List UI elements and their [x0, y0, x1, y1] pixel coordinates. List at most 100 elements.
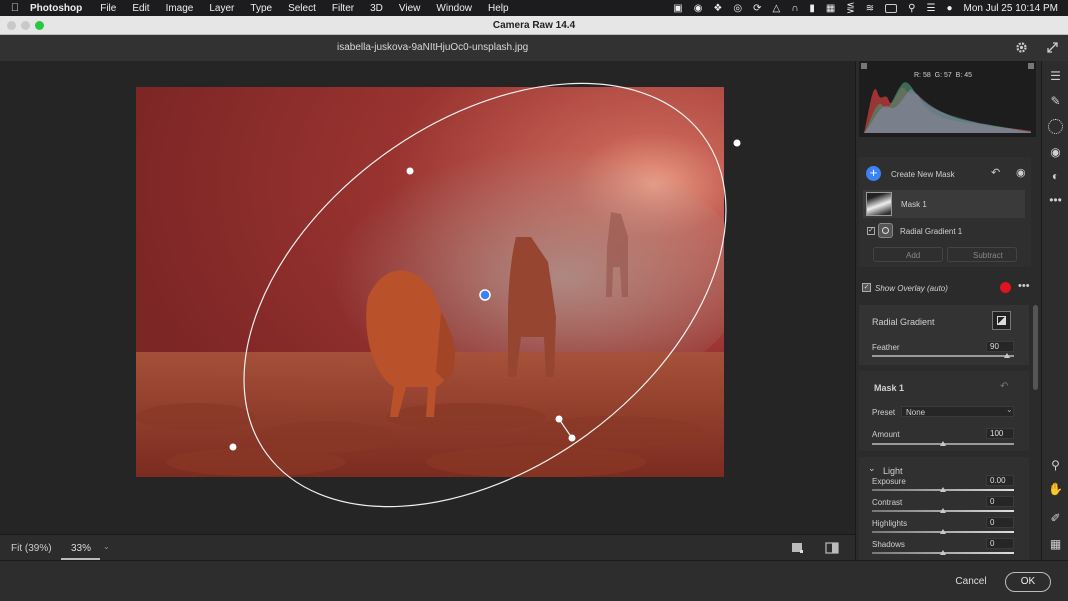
menu-window[interactable]: Window [436, 3, 472, 14]
light-slider-thumb[interactable] [940, 508, 946, 513]
light-slider-thumb[interactable] [940, 529, 946, 534]
menu-edit[interactable]: Edit [132, 3, 149, 14]
preset-dropdown[interactable]: None ⌄ [901, 405, 1014, 417]
zoom-tool-icon[interactable]: ⚲ [1048, 458, 1063, 473]
zoom-chevron-down-icon[interactable]: ⌄ [103, 542, 110, 551]
menu-filter[interactable]: Filter [332, 3, 354, 14]
clock[interactable]: Mon Jul 25 10:14 PM [964, 3, 1059, 14]
fullscreen-icon[interactable] [1046, 41, 1059, 54]
amount-value[interactable]: 100 [986, 428, 1014, 439]
panel-scrollbar[interactable] [1033, 305, 1038, 390]
light-slider-value[interactable]: 0 [986, 517, 1014, 528]
search-icon[interactable]: ⚲ [908, 3, 915, 14]
feather-slider-thumb[interactable] [1003, 353, 1010, 358]
menu-layer[interactable]: Layer [209, 3, 234, 14]
before-after-view-icon[interactable] [825, 542, 839, 554]
add-button-label: Add [906, 251, 921, 260]
sync-icon[interactable]: ⟳ [753, 3, 761, 14]
siri-icon[interactable]: ● [946, 3, 952, 14]
radial-gradient-1-name[interactable]: Radial Gradient 1 [900, 227, 962, 236]
healing-brush-icon[interactable]: ✎ [1048, 94, 1063, 109]
light-slider-thumb[interactable] [940, 487, 946, 492]
menu-app-name[interactable]: Photoshop [30, 3, 82, 14]
menu-help[interactable]: Help [488, 3, 509, 14]
menu-view[interactable]: View [399, 3, 421, 14]
ellipse-handle-bottom[interactable] [555, 415, 563, 423]
menu-image[interactable]: Image [166, 3, 194, 14]
document-header: isabella-juskova-9aNItHjuOc0-unsplash.jp… [0, 35, 1068, 61]
creative-cloud-icon[interactable]: ◉ [694, 3, 703, 14]
control-center-icon[interactable]: ☰ [926, 3, 935, 14]
amount-slider-thumb[interactable] [940, 441, 946, 446]
color-sampler-icon[interactable]: ✐ [1048, 511, 1063, 526]
histogram[interactable]: R: 58 G: 57 B: 45 [859, 61, 1036, 137]
bookmark-icon[interactable]: ▮ [809, 3, 815, 14]
feather-slider-track[interactable] [872, 355, 1014, 357]
masking-icon[interactable] [1048, 119, 1063, 134]
tool-strip: ☰ ✎ ◉ ◐ ••• ⚲ ✋ ✐ ▦ [1041, 61, 1068, 560]
menu-3d[interactable]: 3D [370, 3, 383, 14]
more-tools-icon[interactable]: ••• [1048, 193, 1063, 208]
edit-sliders-icon[interactable]: ☰ [1048, 69, 1063, 84]
gear-icon[interactable] [1015, 41, 1028, 54]
image-canvas[interactable] [0, 61, 855, 534]
arc-icon[interactable]: ∩ [791, 3, 798, 14]
create-new-mask-label[interactable]: Create New Mask [891, 170, 955, 179]
red-eye-icon[interactable]: ◉ [1048, 145, 1063, 160]
overlay-more-options-icon[interactable]: ••• [1018, 280, 1030, 292]
light-slider-value[interactable]: 0 [986, 538, 1014, 549]
zoom-value[interactable]: 33% [71, 543, 91, 554]
mask-reset-icon[interactable]: ↶ [991, 166, 1000, 179]
show-overlay-label: Show Overlay (auto) [875, 284, 948, 293]
light-slider-value[interactable]: 0 [986, 496, 1014, 507]
light-collapse-chevron-icon[interactable]: ⌄ [868, 463, 876, 474]
rotate-handle[interactable] [568, 434, 576, 442]
menu-select[interactable]: Select [288, 3, 316, 14]
ellipse-handle-left[interactable] [229, 443, 237, 451]
feather-value[interactable]: 90 [986, 341, 1014, 352]
menu-type[interactable]: Type [250, 3, 272, 14]
light-slider-thumb[interactable] [940, 550, 946, 555]
hand-tool-icon[interactable]: ✋ [1048, 482, 1063, 497]
light-slider-value[interactable]: 0.00 [986, 475, 1014, 486]
show-overlay-checkbox[interactable]: ✓ [862, 283, 871, 292]
screen-record-icon[interactable]: ▣ [673, 3, 682, 14]
radial-gradient-overlay[interactable] [0, 61, 855, 534]
gradient-center-pin[interactable] [479, 289, 491, 301]
mask-visibility-eye-icon[interactable]: ◉ [1016, 166, 1026, 179]
grid-overlay-icon[interactable]: ▦ [1048, 537, 1063, 552]
light-title[interactable]: Light [883, 466, 903, 476]
apple-icon[interactable]:  [0, 2, 30, 14]
mask-1-row[interactable]: Mask 1 [863, 190, 1025, 218]
component-checkbox[interactable]: ✓ [867, 227, 875, 235]
mask-section-reset-icon[interactable]: ↶ [1000, 381, 1008, 392]
fit-zoom-option[interactable]: Fit (39%) [11, 543, 52, 554]
cancel-button[interactable]: Cancel [945, 573, 997, 591]
ellipse-handle-top[interactable] [406, 167, 414, 175]
zoom-window-button[interactable] [35, 21, 44, 30]
feather-label: Feather [872, 343, 900, 352]
preset-label: Preset [872, 408, 896, 417]
wifi-icon[interactable]: ≋ [866, 3, 874, 14]
airplay-icon[interactable]: △ [773, 3, 781, 14]
bluetooth-icon[interactable]: ⋚ [846, 3, 854, 14]
create-new-mask-button[interactable]: + [866, 166, 881, 181]
ok-button[interactable]: OK [1005, 572, 1051, 592]
minimize-window-button[interactable] [21, 21, 30, 30]
ellipse-handle-right[interactable] [733, 139, 741, 147]
grid-icon[interactable]: ▦ [826, 3, 835, 14]
single-view-icon[interactable] [791, 542, 804, 554]
dropbox-icon[interactable]: ❖ [713, 3, 722, 14]
overlay-color-swatch[interactable] [1000, 282, 1011, 293]
zoom-bar: Fit (39%) 33% ⌄ [0, 534, 855, 560]
presets-icon[interactable]: ◐ [1048, 169, 1063, 184]
close-window-button[interactable] [7, 21, 16, 30]
mask-1-section: Mask 1 ↶ Preset None ⌄ Amount 100 [859, 371, 1029, 451]
menu-file[interactable]: File [100, 3, 116, 14]
invert-mask-icon[interactable] [992, 311, 1011, 330]
light-section: ⌄ Light Exposure 0.00 Contrast 0 Highlights 0… [859, 457, 1029, 560]
masks-panel: R: 58 G: 57 B: 45 + Create New Mask ↶ ◉ … [855, 61, 1041, 560]
battery-icon[interactable] [885, 3, 898, 13]
globe-icon[interactable]: ◎ [733, 3, 742, 14]
radial-gradient-section: Radial Gradient Feather 90 [859, 305, 1029, 365]
